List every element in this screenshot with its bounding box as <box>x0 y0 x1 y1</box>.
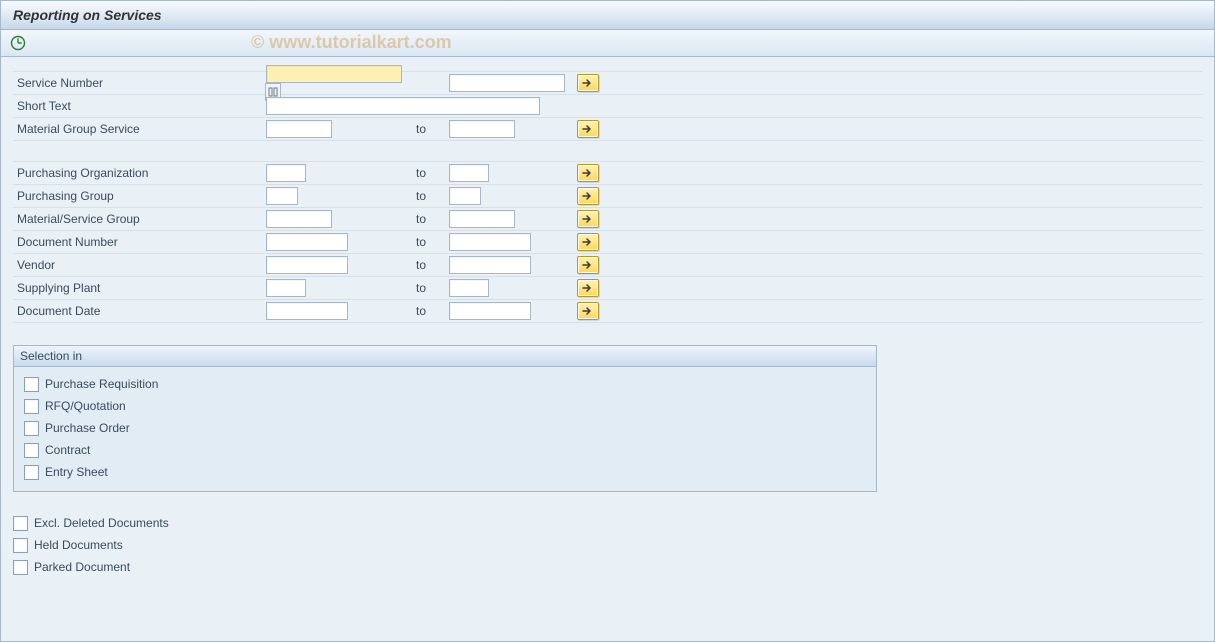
purchasing-group-from-input[interactable] <box>266 187 298 205</box>
row-service-number: Service Number <box>13 71 1202 95</box>
to-label: to <box>416 304 449 318</box>
chk-rfq-quotation: RFQ/Quotation <box>24 395 866 417</box>
row-short-text: Short Text <box>13 95 1202 118</box>
selection-in-group: Selection in Purchase Requisition RFQ/Qu… <box>13 345 877 492</box>
page-title: Reporting on Services <box>13 7 162 23</box>
purchasing-org-to-input[interactable] <box>449 164 489 182</box>
selection-in-title: Selection in <box>14 346 876 367</box>
label-document-number: Document Number <box>13 235 266 249</box>
checkbox[interactable] <box>13 560 28 575</box>
execute-button[interactable] <box>9 34 27 52</box>
checkbox[interactable] <box>24 421 39 436</box>
multiple-selection-button[interactable] <box>577 187 599 205</box>
checkbox[interactable] <box>24 377 39 392</box>
checkbox-label: Contract <box>45 443 90 457</box>
chk-contract: Contract <box>24 439 866 461</box>
supplying-plant-to-input[interactable] <box>449 279 489 297</box>
chk-held-documents: Held Documents <box>13 534 1202 556</box>
row-purchasing-group: Purchasing Group to <box>13 185 1202 208</box>
row-supplying-plant: Supplying Plant to <box>13 277 1202 300</box>
purchasing-org-from-input[interactable] <box>266 164 306 182</box>
row-document-number: Document Number to <box>13 231 1202 254</box>
checkbox[interactable] <box>24 465 39 480</box>
checkbox-label: Held Documents <box>34 538 123 552</box>
selection-screen: Service Number Short Text Material Group… <box>0 57 1215 642</box>
vendor-from-input[interactable] <box>266 256 348 274</box>
checkbox[interactable] <box>13 538 28 553</box>
vendor-to-input[interactable] <box>449 256 531 274</box>
row-vendor: Vendor to <box>13 254 1202 277</box>
supplying-plant-from-input[interactable] <box>266 279 306 297</box>
purchasing-group-to-input[interactable] <box>449 187 481 205</box>
row-document-date: Document Date to <box>13 300 1202 323</box>
chk-entry-sheet: Entry Sheet <box>24 461 866 483</box>
service-number-to-input[interactable] <box>449 74 565 92</box>
checkbox-label: Excl. Deleted Documents <box>34 516 169 530</box>
material-service-group-to-input[interactable] <box>449 210 515 228</box>
material-group-service-to-input[interactable] <box>449 120 515 138</box>
multiple-selection-button[interactable] <box>577 120 599 138</box>
to-label: to <box>416 258 449 272</box>
row-material-service-group: Material/Service Group to <box>13 208 1202 231</box>
chk-purchase-order: Purchase Order <box>24 417 866 439</box>
label-document-date: Document Date <box>13 304 266 318</box>
multiple-selection-button[interactable] <box>577 164 599 182</box>
to-label: to <box>416 189 449 203</box>
label-material-group-service: Material Group Service <box>13 122 266 136</box>
document-date-from-input[interactable] <box>266 302 348 320</box>
checkbox-label: Entry Sheet <box>45 465 108 479</box>
multiple-selection-button[interactable] <box>577 233 599 251</box>
to-label: to <box>416 281 449 295</box>
material-group-service-from-input[interactable] <box>266 120 332 138</box>
label-short-text: Short Text <box>13 99 266 113</box>
chk-excl-deleted-documents: Excl. Deleted Documents <box>13 512 1202 534</box>
checkbox-label: RFQ/Quotation <box>45 399 126 413</box>
row-purchasing-org: Purchasing Organization to <box>13 161 1202 185</box>
service-number-from-input[interactable] <box>266 65 402 83</box>
to-label: to <box>416 235 449 249</box>
to-label: to <box>416 166 449 180</box>
checkbox[interactable] <box>13 516 28 531</box>
chk-purchase-requisition: Purchase Requisition <box>24 373 866 395</box>
chk-parked-document: Parked Document <box>13 556 1202 578</box>
checkbox[interactable] <box>24 443 39 458</box>
to-label: to <box>416 122 449 136</box>
label-purchasing-org: Purchasing Organization <box>13 166 266 180</box>
multiple-selection-button[interactable] <box>577 210 599 228</box>
label-vendor: Vendor <box>13 258 266 272</box>
multiple-selection-button[interactable] <box>577 256 599 274</box>
watermark: © www.tutorialkart.com <box>251 32 452 53</box>
checkbox-label: Purchase Order <box>45 421 130 435</box>
multiple-selection-button[interactable] <box>577 279 599 297</box>
label-material-service-group: Material/Service Group <box>13 212 266 226</box>
multiple-selection-button[interactable] <box>577 74 599 92</box>
checkbox[interactable] <box>24 399 39 414</box>
to-label: to <box>416 212 449 226</box>
title-bar: Reporting on Services <box>0 0 1215 30</box>
document-date-to-input[interactable] <box>449 302 531 320</box>
label-service-number: Service Number <box>13 76 266 90</box>
checkbox-label: Purchase Requisition <box>45 377 158 391</box>
multiple-selection-button[interactable] <box>577 302 599 320</box>
application-toolbar: © www.tutorialkart.com <box>0 30 1215 57</box>
short-text-input[interactable] <box>266 97 540 115</box>
row-material-group-service: Material Group Service to <box>13 118 1202 141</box>
material-service-group-from-input[interactable] <box>266 210 332 228</box>
label-supplying-plant: Supplying Plant <box>13 281 266 295</box>
document-number-from-input[interactable] <box>266 233 348 251</box>
label-purchasing-group: Purchasing Group <box>13 189 266 203</box>
checkbox-label: Parked Document <box>34 560 130 574</box>
document-number-to-input[interactable] <box>449 233 531 251</box>
